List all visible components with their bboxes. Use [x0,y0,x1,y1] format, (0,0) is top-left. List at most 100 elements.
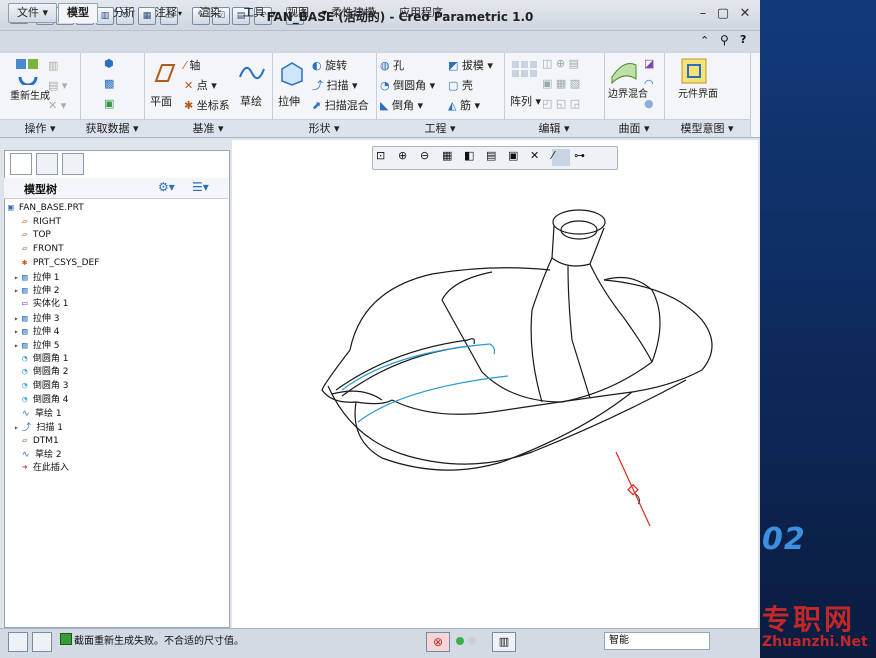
feature-icon: ▭ [22,298,33,309]
extrude-button[interactable]: 拉伸 [278,93,300,109]
tree-item[interactable]: ▸ ▨ 拉伸 5 [14,339,59,352]
minimize-button[interactable]: – [694,6,712,22]
regenerate-button[interactable]: 重新生成 [10,91,50,102]
ribbon: 重新生成 ▥ ▤ ▾ ✕ ▾ 操作 ▾ ⬢ ▩ ▣ 获取数据 ▾ 平面 ⁄ 轴 … [0,53,760,138]
boundary-blend-button[interactable]: 边界混合 [608,89,648,100]
group-label-model-intent[interactable]: 模型意图 [680,122,724,135]
group-surfaces: 边界混合 ◪ ◠ ● 曲面 ▾ [604,53,665,137]
tab-tools[interactable]: 工具 [234,3,274,23]
tree-item[interactable]: ◔ 倒圆角 2 [22,366,68,379]
round-button[interactable]: ◔ 倒圆角 ▾ [380,77,435,93]
shell-button[interactable]: ▢ 壳 [448,77,473,93]
tree-item[interactable]: ▣ FAN_BASE.PRT [8,202,84,215]
tree-item[interactable]: ▭ 实体化 1 [22,298,68,311]
search-icon[interactable]: ⚲ [720,33,729,47]
tree-item[interactable]: ◔ 倒圆角 1 [22,353,68,366]
revolve-button[interactable]: ◐ 旋转 [312,57,347,73]
help-icon[interactable]: ? [740,33,746,46]
tree-item-label: 在此插入 [32,463,69,474]
ribbon-collapse-icon[interactable]: ⌃ [700,34,709,47]
boundary-blend-icon [611,63,637,85]
paste-icon[interactable]: ▤ ▾ [48,79,67,92]
tree-item[interactable]: ▱ TOP [22,229,51,242]
tree-item[interactable]: ➜ 在此插入 [22,462,69,475]
tree-item[interactable]: ▸ ▨ 拉伸 4 [14,325,59,338]
tab-analysis[interactable]: 分析 [104,3,144,23]
component-interface-button[interactable]: 元件界面 [678,89,718,100]
group-label-datum[interactable]: 基准 [192,122,214,135]
tree-item[interactable]: ∿ 草绘 2 [22,449,62,462]
copy-geometry-icon[interactable]: ▩ [104,77,114,90]
favorites-tab-icon[interactable] [62,153,84,175]
model-tree-tab-icon[interactable] [10,153,32,175]
sketch-button[interactable]: 草绘 [240,93,262,109]
desktop-number: 02 [762,522,806,557]
group-label-engineering[interactable]: 工程 [424,122,446,135]
feature-icon: ⤴ [22,423,37,434]
maximize-button[interactable]: ▢ [714,6,732,22]
show-navigator-icon[interactable] [8,632,28,652]
shrinkwrap-icon[interactable]: ▣ [104,97,114,110]
user-defined-feature-icon[interactable]: ⬢ [104,57,114,70]
tree-filter-icon[interactable]: ☰▾ [192,180,209,194]
group-label-surfaces[interactable]: 曲面 [618,122,640,135]
axis-button[interactable]: ⁄ 轴 [184,57,200,73]
group-label-get-data[interactable]: 获取数据 [85,122,129,135]
tab-file[interactable]: 文件 ▾ [8,3,58,23]
tab-render[interactable]: 渲染 [190,3,230,23]
tree-item[interactable]: ▸ ▨ 拉伸 2 [14,284,59,297]
show-browser-icon[interactable] [32,632,52,652]
tab-flexible-modeling[interactable]: 柔性建模 [322,3,384,23]
delete-icon[interactable]: ✕ ▾ [48,99,66,112]
tree-item[interactable]: ▸ ⤴ 扫描 1 [14,421,63,434]
group-label-shape[interactable]: 形状 [308,122,330,135]
tree-item[interactable]: ◔ 倒圆角 4 [22,394,68,407]
expand-arrow-icon[interactable]: ▸ [14,312,22,325]
selection-filter-dropdown[interactable]: 智能 [604,632,710,650]
fill-icon[interactable]: ● [644,97,654,110]
tree-item-label: 拉伸 4 [32,327,60,338]
expand-arrow-icon[interactable]: ▸ [14,284,22,297]
rib-button[interactable]: ◭ 筋 ▾ [448,97,480,113]
plane-button[interactable]: 平面 [150,93,172,109]
expand-arrow-icon[interactable]: ▸ [14,339,22,352]
tab-view[interactable]: 视图 [278,3,318,23]
tree-item[interactable]: ▱ DTM1 [22,435,59,448]
group-label-operations[interactable]: 操作 [24,122,46,135]
group-label-editing[interactable]: 编辑 [538,122,560,135]
expand-arrow-icon[interactable]: ▸ [14,421,22,434]
tree-item[interactable]: ∿ 草绘 1 [22,408,62,421]
tree-settings-icon[interactable]: ⚙▾ [158,180,175,194]
tree-item[interactable]: ✱ PRT_CSYS_DEF [22,257,99,270]
point-button[interactable]: ✕ 点 ▾ [184,77,217,93]
tree-item[interactable]: ◔ 倒圆角 3 [22,380,68,393]
expand-arrow-icon[interactable]: ▸ [14,271,22,284]
expand-arrow-icon[interactable]: ▸ [14,325,22,338]
tab-annotate[interactable]: 注释 [146,3,186,23]
swept-blend-button[interactable]: ⬈ 扫描混合 [312,97,369,113]
tree-item[interactable]: ▸ ▨ 拉伸 1 [14,271,59,284]
merge-icon[interactable]: ▣ ▦ ▧ [542,77,580,90]
folder-browser-tab-icon[interactable] [36,153,58,175]
tab-model[interactable]: 模型 [58,3,98,23]
mirror-icon[interactable]: ◫ ⊕ ▤ [542,57,579,70]
draft-button[interactable]: ◩ 拔模 ▾ [448,57,493,73]
hole-button[interactable]: ◍ 孔 [380,57,404,73]
tab-applications[interactable]: 应用程序 [390,3,452,23]
csys-button[interactable]: ✱ 坐标系 [184,97,230,113]
stop-regeneration-icon[interactable]: ⊗ [426,632,450,652]
copy-icon[interactable]: ▥ [48,59,58,72]
offset-icon[interactable]: ◰ ◱ ◲ [542,97,580,110]
tree-item-label: FRONT [32,244,64,255]
pattern-button[interactable]: 阵列 ▾ [510,93,541,109]
tree-item[interactable]: ▸ ▨ 拉伸 3 [14,312,59,325]
tree-item[interactable]: ▱ RIGHT [22,216,61,229]
tree-item-label: FAN_BASE.PRT [18,203,84,213]
style-icon[interactable]: ◪ [644,57,654,70]
chamfer-button[interactable]: ◣ 倒角 ▾ [380,97,423,113]
sweep-button[interactable]: ⤴ 扫描 ▾ [312,77,358,93]
close-button[interactable]: ✕ [736,6,754,22]
tree-item[interactable]: ▱ FRONT [22,243,64,256]
freestyle-icon[interactable]: ◠ [644,77,654,90]
selection-filter-icon[interactable]: ▥ [492,632,516,652]
